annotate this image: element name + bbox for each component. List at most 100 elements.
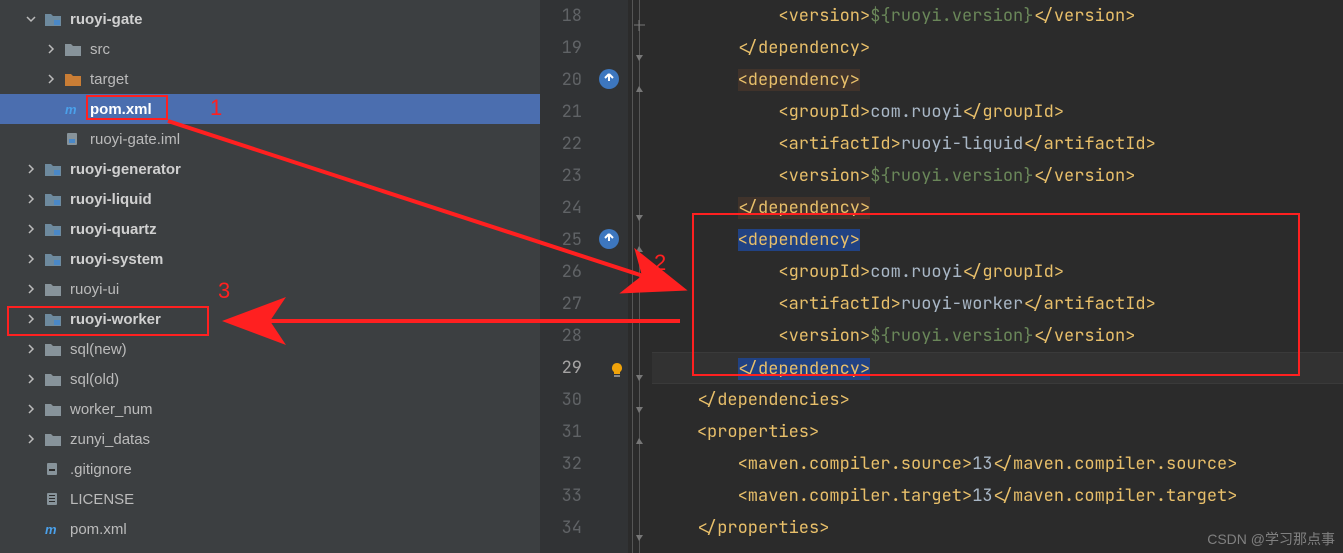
tree-node-ruoyi-ui[interactable]: ruoyi-ui — [0, 274, 540, 304]
line-number[interactable]: 21 — [540, 96, 582, 128]
dependency-analyzer-icon[interactable] — [598, 68, 620, 90]
code-line[interactable]: </dependency> — [652, 32, 1343, 64]
chevron-right-icon[interactable] — [24, 162, 38, 176]
code-line[interactable]: <groupId>com.ruoyi</groupId> — [652, 256, 1343, 288]
code-line[interactable]: <version>${ruoyi.version}</version> — [652, 0, 1343, 32]
tree-label: pom.xml — [70, 521, 127, 538]
tree-label: LICENSE — [70, 491, 134, 508]
chevron-right-icon[interactable] — [24, 252, 38, 266]
folder-icon — [44, 431, 62, 447]
tree-node-ruoyi-gate[interactable]: ruoyi-gate — [0, 4, 540, 34]
tree-node-ruoyi-quartz[interactable]: ruoyi-quartz — [0, 214, 540, 244]
line-number-gutter[interactable]: 18 19 20 21 22 23 24 25 26 27 28 29 30 3… — [540, 0, 592, 553]
line-number[interactable]: 30 — [540, 384, 582, 416]
code-line[interactable]: <groupId>com.ruoyi</groupId> — [652, 96, 1343, 128]
chevron-right-icon[interactable] — [24, 282, 38, 296]
tree-node-target[interactable]: target — [0, 64, 540, 94]
chevron-right-icon[interactable] — [44, 42, 58, 56]
line-number[interactable]: 28 — [540, 320, 582, 352]
tree-label: ruoyi-liquid — [70, 191, 152, 208]
tree-label: ruoyi-ui — [70, 281, 119, 298]
tree-node-src[interactable]: src — [0, 34, 540, 64]
code-line[interactable]: </dependency> — [652, 352, 1343, 384]
line-number[interactable]: 27 — [540, 288, 582, 320]
code-line[interactable]: <version>${ruoyi.version}</version> — [652, 160, 1343, 192]
line-number[interactable]: 24 — [540, 192, 582, 224]
svg-text:m: m — [65, 102, 77, 116]
line-number[interactable]: 22 — [540, 128, 582, 160]
ide-window: ruoyi-gate src target m pom.xml ruoyi-ga… — [0, 0, 1343, 553]
line-number[interactable]: 20 — [540, 64, 582, 96]
chevron-right-icon[interactable] — [24, 372, 38, 386]
code-line[interactable]: <artifactId>ruoyi-liquid</artifactId> — [652, 128, 1343, 160]
tree-label: target — [90, 71, 128, 88]
tree-node-sql-new[interactable]: sql(new) — [0, 334, 540, 364]
tree-node-ruoyi-worker[interactable]: ruoyi-worker — [0, 304, 540, 334]
fold-column[interactable] — [632, 0, 652, 553]
dependency-analyzer-icon[interactable] — [598, 228, 620, 250]
line-number[interactable]: 32 — [540, 448, 582, 480]
tree-label: worker_num — [70, 401, 153, 418]
chevron-right-icon[interactable] — [24, 222, 38, 236]
fold-toggle-icon[interactable] — [634, 362, 645, 373]
line-number[interactable]: 19 — [540, 32, 582, 64]
tree-node-zunyi-datas[interactable]: zunyi_datas — [0, 424, 540, 454]
tree-node-ruoyi-system[interactable]: ruoyi-system — [0, 244, 540, 274]
fold-toggle-icon[interactable] — [634, 426, 645, 437]
code-line[interactable]: <artifactId>ruoyi-worker</artifactId> — [652, 288, 1343, 320]
maven-file-icon: m — [44, 521, 62, 537]
fold-toggle-icon[interactable] — [634, 522, 645, 533]
chevron-right-icon[interactable] — [24, 192, 38, 206]
tree-node-pom-xml-selected[interactable]: m pom.xml — [0, 94, 540, 124]
line-number[interactable]: 33 — [540, 480, 582, 512]
code-line[interactable]: <properties> — [652, 416, 1343, 448]
tree-node-ruoyi-generator[interactable]: ruoyi-generator — [0, 154, 540, 184]
line-number[interactable]: 34 — [540, 512, 582, 544]
fold-toggle-icon[interactable] — [634, 234, 645, 245]
code-line[interactable]: </dependency> — [652, 192, 1343, 224]
module-folder-icon — [44, 251, 62, 267]
tree-node-license[interactable]: LICENSE — [0, 484, 540, 514]
fold-toggle-icon[interactable] — [634, 10, 645, 21]
code-area[interactable]: <version>${ruoyi.version}</version> </de… — [652, 0, 1343, 553]
chevron-right-icon[interactable] — [24, 342, 38, 356]
code-line[interactable]: <dependency> — [652, 224, 1343, 256]
chevron-down-icon[interactable] — [24, 12, 38, 26]
line-number[interactable]: 23 — [540, 160, 582, 192]
line-number[interactable]: 29 — [540, 352, 582, 384]
text-file-icon — [44, 491, 62, 507]
tree-node-iml[interactable]: ruoyi-gate.iml — [0, 124, 540, 154]
line-number[interactable]: 31 — [540, 416, 582, 448]
tree-node-gitignore[interactable]: .gitignore — [0, 454, 540, 484]
code-line[interactable]: <dependency> — [652, 64, 1343, 96]
iml-file-icon — [64, 131, 82, 147]
tree-node-sql-old[interactable]: sql(old) — [0, 364, 540, 394]
tree-label: src — [90, 41, 110, 58]
code-line[interactable]: <version>${ruoyi.version}</version> — [652, 320, 1343, 352]
line-number[interactable]: 26 — [540, 256, 582, 288]
fold-toggle-icon[interactable] — [634, 202, 645, 213]
line-number[interactable]: 18 — [540, 0, 582, 32]
tree-node-root-pom[interactable]: m pom.xml — [0, 514, 540, 544]
chevron-right-icon[interactable] — [24, 312, 38, 326]
tree-node-worker-num[interactable]: worker_num — [0, 394, 540, 424]
chevron-right-icon[interactable] — [24, 402, 38, 416]
line-number[interactable]: 25 — [540, 224, 582, 256]
code-line[interactable]: <maven.compiler.target>13</maven.compile… — [652, 480, 1343, 512]
tree-label: ruoyi-quartz — [70, 221, 157, 238]
gitignore-file-icon — [44, 461, 62, 477]
intention-bulb-icon[interactable] — [609, 357, 625, 389]
code-line[interactable]: </dependencies> — [652, 384, 1343, 416]
chevron-right-icon[interactable] — [44, 72, 58, 86]
project-tree-panel[interactable]: ruoyi-gate src target m pom.xml ruoyi-ga… — [0, 0, 540, 553]
fold-toggle-icon[interactable] — [634, 42, 645, 53]
fold-toggle-icon[interactable] — [634, 74, 645, 85]
chevron-right-icon[interactable] — [24, 432, 38, 446]
tree-node-ruoyi-liquid[interactable]: ruoyi-liquid — [0, 184, 540, 214]
fold-toggle-icon[interactable] — [634, 394, 645, 405]
svg-text:m: m — [45, 522, 57, 536]
module-folder-icon — [44, 221, 62, 237]
code-editor[interactable]: 18 19 20 21 22 23 24 25 26 27 28 29 30 3… — [540, 0, 1343, 553]
tree-label: ruoyi-generator — [70, 161, 181, 178]
code-line[interactable]: <maven.compiler.source>13</maven.compile… — [652, 448, 1343, 480]
